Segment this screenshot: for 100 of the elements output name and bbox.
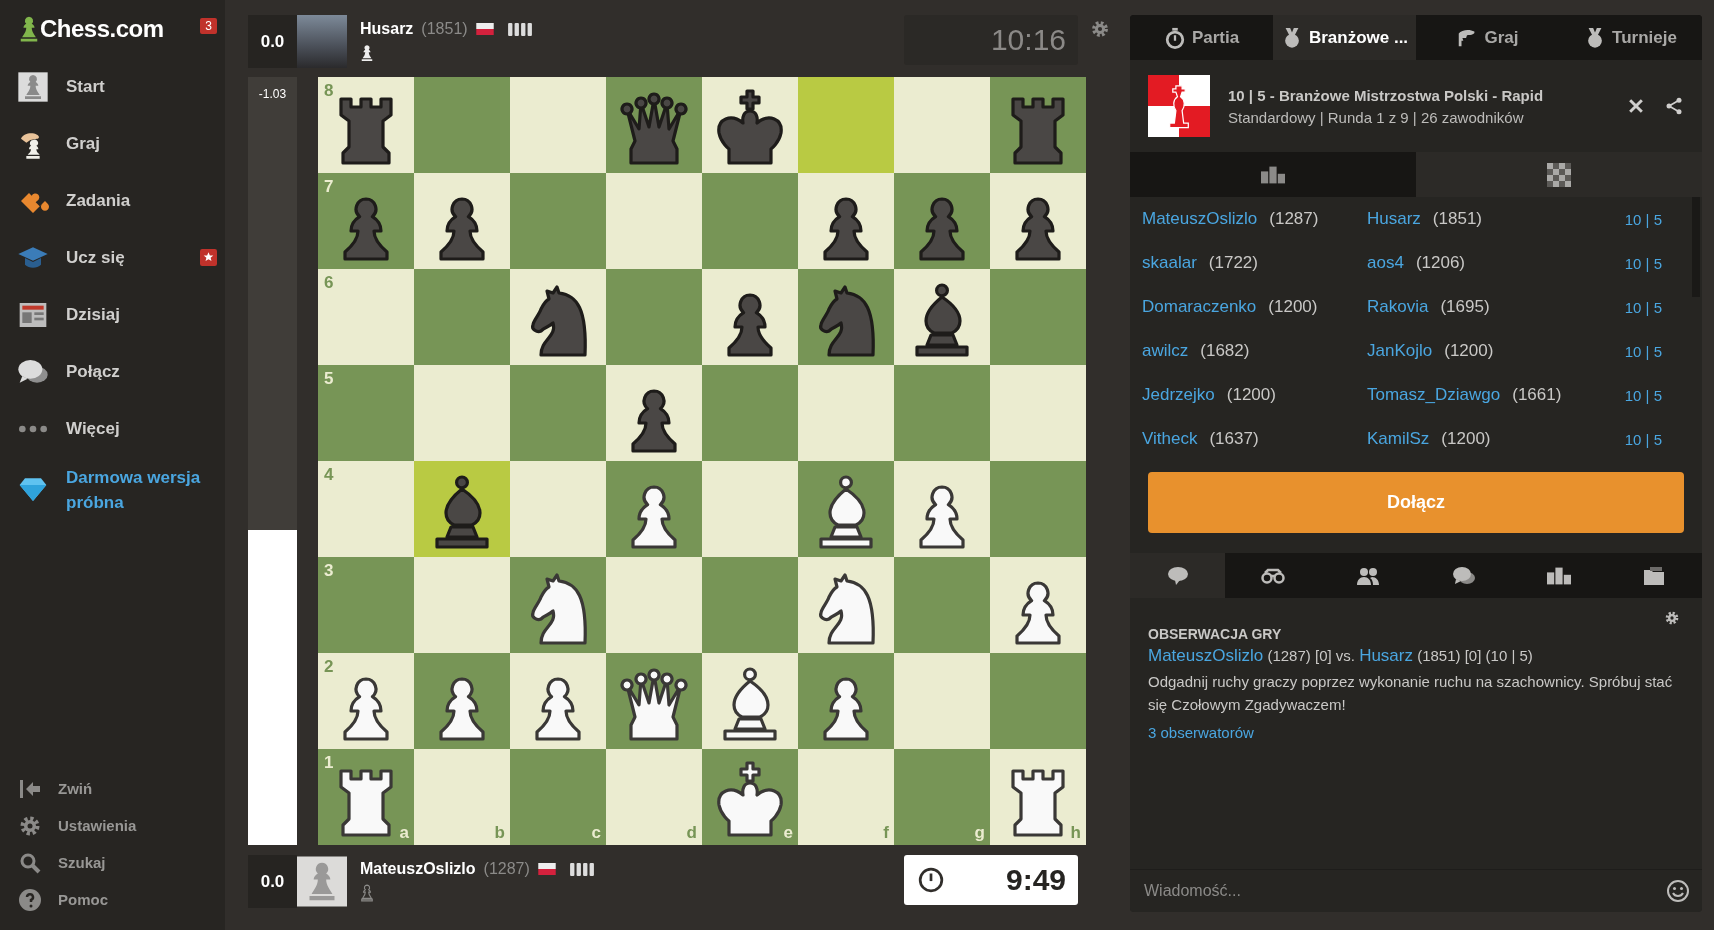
rank-label: 7 <box>324 177 334 197</box>
flag-icon <box>537 863 556 875</box>
player-rating: (1200) <box>1444 341 1494 361</box>
nav-item[interactable]: Start <box>0 58 225 115</box>
board-square[interactable] <box>510 557 606 653</box>
settings-icon[interactable] <box>1664 610 1680 626</box>
nav-item[interactable]: Graj <box>0 115 225 172</box>
board-square[interactable] <box>894 269 990 365</box>
photo-placeholder <box>297 15 347 68</box>
board-square[interactable] <box>510 653 606 749</box>
stopwatch-icon <box>1163 26 1186 49</box>
file-label: e <box>783 823 793 843</box>
player-rating: (1287) <box>483 860 530 878</box>
footer-nav-item[interactable]: Szukaj <box>0 844 225 881</box>
board-square[interactable] <box>990 173 1086 269</box>
player-link[interactable]: KamilSz <box>1367 429 1430 449</box>
player-link[interactable]: Domaraczenko <box>1142 297 1257 317</box>
footer-nav-item[interactable]: Ustawienia <box>0 807 225 844</box>
settings-icon[interactable] <box>1090 19 1110 39</box>
file-label: g <box>974 823 985 843</box>
file-label: f <box>883 823 889 843</box>
nav-item[interactable]: Więcej <box>0 400 225 457</box>
share-icon[interactable] <box>1664 96 1684 116</box>
time-control-link[interactable]: 10 | 5 <box>1624 342 1662 360</box>
board-square[interactable] <box>798 461 894 557</box>
time-control-link[interactable]: 10 | 5 <box>1624 210 1662 228</box>
nav-item[interactable]: Dzisiaj <box>0 286 225 343</box>
player-rating: (1682) <box>1200 341 1250 361</box>
player-link[interactable]: awilcz <box>1142 341 1189 361</box>
player-link[interactable]: Rakovia <box>1367 297 1429 317</box>
rank-label: 6 <box>324 273 334 293</box>
panel-subtab[interactable] <box>1130 152 1416 197</box>
file-label: a <box>399 823 409 843</box>
player-name[interactable]: Husarz <box>360 20 414 38</box>
player-link[interactable]: MateuszOslizlo <box>1148 646 1264 665</box>
footer-nav-item[interactable]: Pomoc <box>0 881 225 918</box>
nav-item[interactable]: Zadania <box>0 172 225 229</box>
footer-nav-item[interactable]: Zwiń <box>0 770 225 807</box>
board-square[interactable] <box>990 557 1086 653</box>
board-square[interactable] <box>894 461 990 557</box>
board-square[interactable] <box>702 77 798 173</box>
board-square[interactable] <box>414 653 510 749</box>
board-square[interactable] <box>606 461 702 557</box>
time-control-link[interactable]: 10 | 5 <box>1624 386 1662 404</box>
player-link[interactable]: Husarz <box>1367 209 1421 229</box>
panel-tab[interactable]: Branżowe ... <box>1273 15 1416 60</box>
player-rating: (1200) <box>1441 429 1491 449</box>
player-link[interactable]: MateuszOslizlo <box>1142 209 1258 229</box>
pawn-avatar-icon <box>297 855 347 908</box>
player-link[interactable]: JanKojlo <box>1367 341 1433 361</box>
nav-item[interactable]: Połącz <box>0 343 225 400</box>
board-square[interactable] <box>702 269 798 365</box>
chat-heading: OBSERWACJA GRY <box>1148 626 1283 642</box>
player-link[interactable]: Vitheck <box>1142 429 1198 449</box>
file-label: b <box>494 823 505 843</box>
more-dots-icon <box>17 424 49 433</box>
clock-icon <box>918 867 944 893</box>
player-clock: 9:49 <box>904 855 1078 905</box>
board-square[interactable] <box>702 653 798 749</box>
player-link[interactable]: Husarz <box>1359 646 1413 665</box>
time-control-link[interactable]: 10 | 5 <box>1624 298 1662 316</box>
time-control-link[interactable]: 10 | 5 <box>1624 430 1662 448</box>
board-square[interactable] <box>798 173 894 269</box>
board-square[interactable] <box>414 461 510 557</box>
time-control-link[interactable]: 10 | 5 <box>1624 254 1662 272</box>
site-logo[interactable]: Chess.com <box>40 15 164 43</box>
evaluation-score: -1.03 <box>257 87 288 101</box>
board-square[interactable] <box>798 653 894 749</box>
board-square[interactable] <box>510 269 606 365</box>
notification-badge[interactable]: 3 <box>200 18 217 34</box>
board-square[interactable] <box>414 173 510 269</box>
connection-bars-icon <box>569 862 594 876</box>
player-link[interactable]: Jedrzejko <box>1142 385 1215 405</box>
rank-label: 5 <box>324 369 334 389</box>
player-rating: (1637) <box>1209 429 1259 449</box>
smiley-icon[interactable] <box>1666 879 1690 903</box>
board-square[interactable] <box>606 365 702 461</box>
player-link[interactable]: skaalar <box>1142 253 1197 273</box>
player-clock: 10:16 <box>904 15 1078 65</box>
player-rating: (1200) <box>1226 385 1276 405</box>
message-input[interactable]: Wiadomość... <box>1142 881 1666 901</box>
close-icon[interactable] <box>1626 96 1646 116</box>
game-info: MateuszOslizlo (1287) [0] vs. Husarz (1851) [0] (10 | 5) <box>1148 646 1534 666</box>
free-trial-link[interactable]: Darmowa wersja próbna <box>0 457 225 515</box>
board-square[interactable] <box>606 653 702 749</box>
player-rating: (1722) <box>1208 253 1258 273</box>
player-link[interactable]: Tomasz_Dziawgo <box>1367 385 1501 405</box>
connection-bars-icon <box>507 22 532 36</box>
watchers-link[interactable]: 3 obserwatorów <box>1148 724 1684 741</box>
chat-tab[interactable] <box>1130 553 1226 598</box>
nav-item[interactable]: Ucz się <box>0 229 225 286</box>
pawn-logo-icon[interactable] <box>18 14 40 44</box>
player-name[interactable]: MateuszOslizlo <box>360 860 476 878</box>
player-link[interactable]: aos4 <box>1367 253 1404 273</box>
board-square[interactable] <box>798 557 894 653</box>
flag-icon <box>475 23 494 35</box>
panel-subtab[interactable] <box>1416 152 1702 197</box>
pawn-outline-icon <box>360 884 374 902</box>
tournament-details: Standardowy | Runda 1 z 9 | 26 zawodników <box>1228 108 1525 126</box>
player-rating: (1661) <box>1512 385 1562 405</box>
